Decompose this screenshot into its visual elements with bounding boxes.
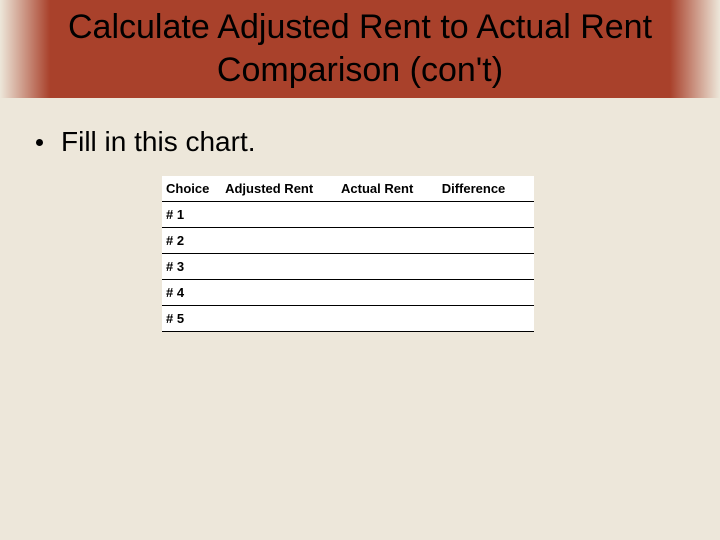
cell-adjusted-rent [221,228,337,254]
cell-difference [438,306,534,332]
cell-actual-rent [337,254,438,280]
table-row: # 3 [162,254,534,280]
cell-adjusted-rent [221,280,337,306]
cell-choice: # 2 [162,228,221,254]
cell-actual-rent [337,306,438,332]
bullet-dot-icon [36,139,43,146]
cell-difference [438,202,534,228]
cell-adjusted-rent [221,202,337,228]
title-band: Calculate Adjusted Rent to Actual Rent C… [0,0,720,98]
table-row: # 4 [162,280,534,306]
table-row: # 2 [162,228,534,254]
cell-choice: # 3 [162,254,221,280]
table-row: # 5 [162,306,534,332]
cell-actual-rent [337,202,438,228]
cell-difference [438,228,534,254]
content-area: Fill in this chart. Choice Adjusted Rent… [0,98,720,360]
cell-choice: # 5 [162,306,221,332]
bullet-text: Fill in this chart. [61,126,256,158]
cell-difference [438,254,534,280]
table-header-row: Choice Adjusted Rent Actual Rent Differe… [162,176,534,202]
table-row: # 1 [162,202,534,228]
cell-actual-rent [337,228,438,254]
rent-comparison-table-wrap: Choice Adjusted Rent Actual Rent Differe… [162,176,534,332]
slide-title: Calculate Adjusted Rent to Actual Rent C… [0,0,720,91]
cell-adjusted-rent [221,254,337,280]
cell-choice: # 1 [162,202,221,228]
cell-actual-rent [337,280,438,306]
cell-difference [438,280,534,306]
col-choice: Choice [162,176,221,202]
bullet-item: Fill in this chart. [36,126,684,158]
rent-comparison-table: Choice Adjusted Rent Actual Rent Differe… [162,176,534,332]
col-difference: Difference [438,176,534,202]
cell-choice: # 4 [162,280,221,306]
col-actual-rent: Actual Rent [337,176,438,202]
col-adjusted-rent: Adjusted Rent [221,176,337,202]
cell-adjusted-rent [221,306,337,332]
